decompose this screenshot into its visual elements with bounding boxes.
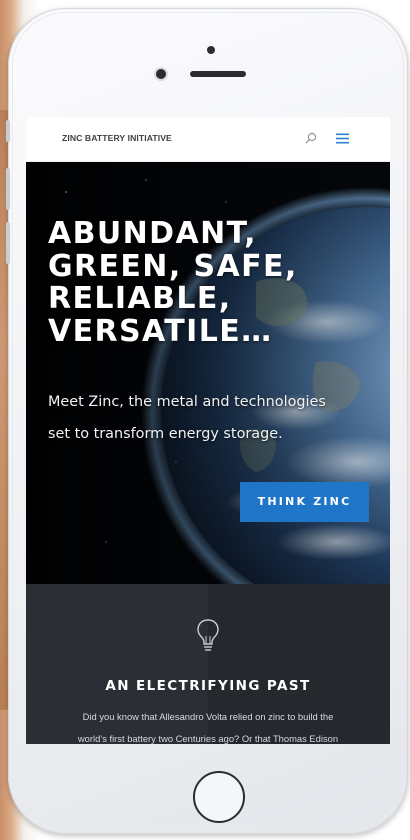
section-title: AN ELECTRIFYING PAST [105,678,311,694]
hero-title: ABUNDANT, GREEN, SAFE, RELIABLE, VERSATI… [48,216,368,349]
mute-switch [6,120,10,142]
hero-title-line: RELIABLE, [48,281,232,316]
section-body-line: world’s first battery two Centuries ago?… [77,733,339,744]
device-mockup-stage: ZINC BATTERY INITIATIVE ABUNDANT, GREEN,… [0,0,410,840]
front-camera [156,69,166,79]
hero-subtitle-line: Meet Zinc, the metal and technologies [48,394,326,410]
section-body-line: Did you know that Allesandro Volta relie… [82,711,334,722]
proximity-sensor [207,46,215,54]
electrifying-past-section: AN ELECTRIFYING PAST Did you know that A… [26,584,390,744]
search-icon[interactable] [305,132,317,144]
section-body-text: Did you know that Allesandro Volta relie… [26,706,390,744]
lightbulb-icon [197,619,219,651]
hero-subtitle: Meet Zinc, the metal and technologies se… [48,386,368,450]
hero-title-line: VERSATILE… [48,313,273,349]
phone-screen: ZINC BATTERY INITIATIVE ABUNDANT, GREEN,… [26,117,390,744]
home-button[interactable] [193,771,245,823]
volume-up-button [6,168,10,210]
hero-title-line: ABUNDANT, [48,216,257,251]
volume-down-button [6,222,10,264]
site-header: ZINC BATTERY INITIATIVE [26,117,390,162]
hero-banner: ABUNDANT, GREEN, SAFE, RELIABLE, VERSATI… [26,162,390,584]
think-zinc-button[interactable]: THINK ZINC [240,482,369,522]
hero-title-line: GREEN, SAFE, [48,248,298,284]
earpiece-speaker [190,71,246,77]
site-logo[interactable]: ZINC BATTERY INITIATIVE [62,133,172,143]
hero-subtitle-line: set to transform energy storage. [48,426,283,442]
hamburger-menu-icon[interactable] [336,133,349,144]
